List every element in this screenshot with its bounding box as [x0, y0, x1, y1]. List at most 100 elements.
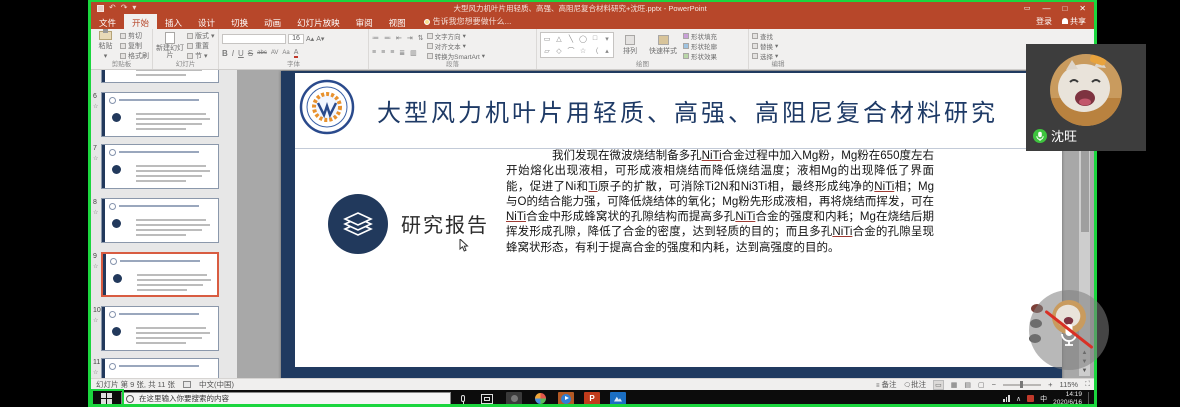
zoom-out-button[interactable]: −: [992, 380, 996, 389]
comments-button[interactable]: 🗨批注: [904, 379, 927, 390]
zoom-slider-knob[interactable]: [1020, 381, 1023, 388]
justify-icon[interactable]: ≣: [399, 49, 405, 57]
slide-thumbnail-11[interactable]: 11☆: [91, 358, 237, 378]
arrange-button[interactable]: 排列: [617, 31, 643, 60]
align-right-icon[interactable]: ≡: [390, 49, 394, 56]
tab-插入[interactable]: 插入: [157, 14, 190, 29]
maximize-button[interactable]: □: [1062, 4, 1067, 13]
line-spacing-icon[interactable]: ⇅: [418, 34, 424, 42]
shape-outline-button[interactable]: 形状轮廓: [683, 41, 717, 51]
tab-幻灯片放映[interactable]: 幻灯片放映: [289, 14, 348, 29]
font-name-input[interactable]: [222, 34, 286, 44]
reading-view-icon[interactable]: ▤: [964, 381, 971, 389]
spell-check-icon[interactable]: [183, 381, 191, 388]
scroll-down-icon[interactable]: ▼: [1079, 368, 1090, 374]
font-size-input[interactable]: 16: [288, 34, 304, 44]
slideshow-view-icon[interactable]: ▢: [978, 381, 985, 389]
task-view-icon[interactable]: [481, 394, 493, 404]
notes-button[interactable]: ≡ 备注: [876, 379, 897, 390]
reset-button[interactable]: 重置: [187, 41, 215, 51]
fit-to-window-icon[interactable]: ⛶: [1085, 381, 1090, 389]
zoom-slider[interactable]: [1003, 384, 1041, 386]
zoom-level[interactable]: 115%: [1059, 380, 1078, 389]
thumbnail-slide-preview[interactable]: [101, 306, 219, 351]
shrink-font-icon[interactable]: A▾: [316, 35, 324, 43]
find-button[interactable]: 查找: [752, 31, 778, 41]
italic-button[interactable]: I: [232, 49, 234, 58]
network-icon[interactable]: [1003, 395, 1010, 402]
align-text-button[interactable]: 对齐文本▾: [427, 41, 485, 51]
bold-button[interactable]: B: [222, 49, 228, 58]
slide-thumbnail-9[interactable]: 9☆: [91, 252, 237, 297]
clear-formatting-button[interactable]: abc: [257, 50, 267, 56]
normal-view-icon[interactable]: ▭: [933, 380, 944, 390]
quick-styles-button[interactable]: 快速样式: [646, 31, 680, 60]
numbering-icon[interactable]: ≕: [384, 34, 391, 42]
muted-participant-overlay[interactable]: [1029, 290, 1109, 370]
columns-icon[interactable]: ▥: [410, 49, 417, 57]
close-button[interactable]: ✕: [1079, 4, 1086, 13]
slide-canvas[interactable]: 大型风力机叶片用轻质、高强、高阻尼复合材料研究 研究报告 我们发现在微波烧结制备…: [281, 71, 1062, 378]
shapes-gallery[interactable]: ▭△╲◯□▾ ▱◇⌒☆（▴: [540, 32, 614, 58]
copy-button[interactable]: 复制: [120, 41, 149, 51]
character-spacing-button[interactable]: AV: [271, 50, 279, 56]
report-icon-circle[interactable]: [328, 194, 388, 254]
language-indicator[interactable]: 中文(中国): [199, 379, 234, 390]
thumbnail-slide-preview[interactable]: [101, 92, 219, 137]
decrease-indent-icon[interactable]: ⇤: [396, 34, 402, 42]
align-left-icon[interactable]: ≡: [372, 49, 376, 56]
share-button[interactable]: 共享: [1062, 16, 1086, 27]
arrange-icon: [625, 35, 635, 45]
tell-me-box[interactable]: 告诉我您想要做什么...: [414, 14, 512, 29]
bullets-icon[interactable]: ≔: [372, 34, 379, 42]
sign-in-button[interactable]: 登录: [1036, 16, 1052, 27]
new-slide-button[interactable]: 新建幻灯片: [156, 31, 184, 60]
ime-indicator[interactable]: 中: [1040, 394, 1047, 404]
tab-开始[interactable]: 开始: [124, 14, 157, 29]
text-direction-button[interactable]: 文字方向▾: [427, 31, 485, 41]
report-label[interactable]: 研究报告: [401, 209, 489, 238]
tab-审阅[interactable]: 审阅: [348, 14, 381, 29]
font-color-button[interactable]: A: [294, 49, 299, 58]
tab-设计[interactable]: 设计: [190, 14, 223, 29]
slide-thumbnail-10[interactable]: 10☆: [91, 306, 237, 351]
paste-button[interactable]: 粘贴▾: [94, 31, 117, 60]
change-case-button[interactable]: Aa: [282, 50, 289, 56]
slide-thumbnail-8[interactable]: 8☆: [91, 198, 237, 243]
tab-文件[interactable]: 文件: [91, 14, 124, 29]
align-center-icon[interactable]: ≡: [381, 49, 385, 56]
tab-动画[interactable]: 动画: [256, 14, 289, 29]
slide-sorter-view-icon[interactable]: ▦: [951, 381, 958, 389]
save-icon[interactable]: [97, 5, 104, 12]
slide-thumbnail-7[interactable]: 7☆: [91, 144, 237, 189]
slide-thumbnail-6[interactable]: 6☆: [91, 92, 237, 137]
dictation-mic-icon[interactable]: [461, 395, 465, 402]
thumbnail-slide-preview[interactable]: [101, 252, 219, 297]
increase-indent-icon[interactable]: ⇥: [407, 34, 413, 42]
underline-button[interactable]: U: [238, 49, 244, 58]
slide-body-text[interactable]: 我们发现在微波烧结制备多孔NiTi合金过程中加入Mg粉，Mg粉在650度左右开始…: [506, 149, 934, 256]
thumbnail-slide-preview[interactable]: [101, 144, 219, 189]
tab-切换[interactable]: 切换: [223, 14, 256, 29]
strikethrough-button[interactable]: S: [248, 49, 253, 58]
undo-icon[interactable]: ↶: [109, 4, 116, 12]
shape-fill-button[interactable]: 形状填充: [683, 31, 717, 41]
replace-button[interactable]: 替换▾: [752, 41, 778, 51]
cut-button[interactable]: 剪切: [120, 31, 149, 41]
hidden-icons-chevron[interactable]: ∧: [1016, 395, 1021, 403]
thumbnail-slide-preview[interactable]: [101, 358, 219, 378]
thumbnail-slide-preview[interactable]: [101, 198, 219, 243]
redo-icon[interactable]: ↷: [121, 4, 128, 12]
slide-title[interactable]: 大型风力机叶片用轻质、高强、高阻尼复合材料研究: [377, 93, 1049, 128]
slide-thumbnail-5[interactable]: [91, 70, 237, 83]
tray-app-icon[interactable]: [1027, 395, 1034, 402]
webcam-overlay[interactable]: 沈旺: [1026, 44, 1146, 151]
ribbon-display-options-icon[interactable]: ▭: [1024, 4, 1031, 12]
minimize-button[interactable]: —: [1042, 4, 1050, 13]
grow-font-icon[interactable]: A▴: [306, 35, 314, 43]
layout-button[interactable]: 版式▾: [187, 31, 215, 41]
tab-视图[interactable]: 视图: [381, 14, 414, 29]
zoom-in-button[interactable]: +: [1048, 380, 1052, 389]
highlighted-term: NiTi: [874, 181, 894, 193]
thumbnail-slide-preview[interactable]: [101, 70, 219, 83]
